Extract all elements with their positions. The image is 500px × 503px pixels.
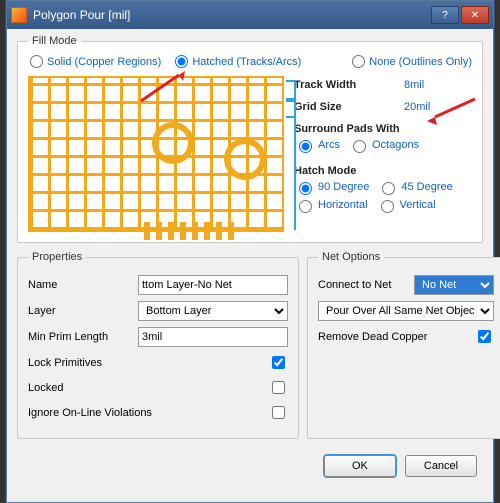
annotation-arrow-icon [139,71,189,105]
radio-none-input[interactable] [352,55,365,68]
locked-label: Locked [28,382,138,394]
min-prim-input[interactable] [138,327,288,347]
min-prim-label: Min Prim Length [28,331,138,343]
annotation-arrow-icon [427,97,477,127]
fill-mode-group: Fill Mode Solid (Copper Regions) Hatched… [17,35,483,243]
radio-horizontal[interactable]: Horizontal [294,197,368,213]
locked-checkbox[interactable] [272,381,285,394]
radio-arcs[interactable]: Arcs [294,137,340,153]
radio-45deg[interactable]: 45 Degree [377,179,452,195]
connect-to-net-select[interactable]: No Net [414,275,494,295]
ok-button[interactable]: OK [324,455,396,477]
connect-to-net-label: Connect to Net [318,279,414,291]
fill-mode-legend: Fill Mode [28,35,81,47]
properties-group: Properties Name Layer Bottom Layer Min P… [17,251,299,439]
radio-hatched[interactable]: Hatched (Tracks/Arcs) [175,55,301,68]
radio-hatched-label: Hatched (Tracks/Arcs) [192,56,301,68]
layer-select[interactable]: Bottom Layer [138,301,288,321]
ignore-violations-label: Ignore On-Line Violations [28,407,178,419]
pad-ring-icon [152,122,194,164]
dialog-window: Polygon Pour [mil] ? ✕ Fill Mode Solid (… [6,0,494,503]
grid-size-label: Grid Size [294,101,404,113]
name-label: Name [28,279,138,291]
net-options-group: Net Options Connect to Net No Net Pour O… [307,251,500,439]
radio-90deg[interactable]: 90 Degree [294,179,369,195]
pour-rule-select[interactable]: Pour Over All Same Net Objects [318,301,494,321]
pad-fingers-icon [144,222,234,240]
grid-size-bracket-icon [284,100,296,118]
name-input[interactable] [138,275,288,295]
net-options-legend: Net Options [318,251,384,263]
titlebar: Polygon Pour [mil] ? ✕ [7,1,493,29]
hatch-mode-label: Hatch Mode [294,165,472,177]
radio-none-label: None (Outlines Only) [369,56,472,68]
radio-octagons[interactable]: Octagons [348,137,419,153]
remove-dead-copper-checkbox[interactable] [478,330,491,343]
radio-solid[interactable]: Solid (Copper Regions) [30,55,161,68]
app-icon [11,7,27,23]
radio-solid-input[interactable] [30,55,43,68]
layer-label: Layer [28,305,138,317]
radio-vertical[interactable]: Vertical [376,197,436,213]
cancel-button[interactable]: Cancel [405,455,477,477]
radio-solid-label: Solid (Copper Regions) [47,56,161,68]
lock-primitives-label: Lock Primitives [28,357,138,369]
dialog-buttons: OK Cancel [17,447,483,477]
radio-none[interactable]: None (Outlines Only) [352,55,472,68]
ignore-violations-checkbox[interactable] [272,406,285,419]
radio-hatched-input[interactable] [175,55,188,68]
help-button[interactable]: ? [431,6,459,24]
track-width-value[interactable]: 8mil [404,79,424,91]
track-width-label: Track Width [294,79,404,91]
properties-legend: Properties [28,251,86,263]
pad-ring-icon [224,138,266,180]
lock-primitives-checkbox[interactable] [272,356,285,369]
window-title: Polygon Pour [mil] [33,8,429,22]
remove-dead-copper-label: Remove Dead Copper [318,331,478,343]
close-button[interactable]: ✕ [461,6,489,24]
